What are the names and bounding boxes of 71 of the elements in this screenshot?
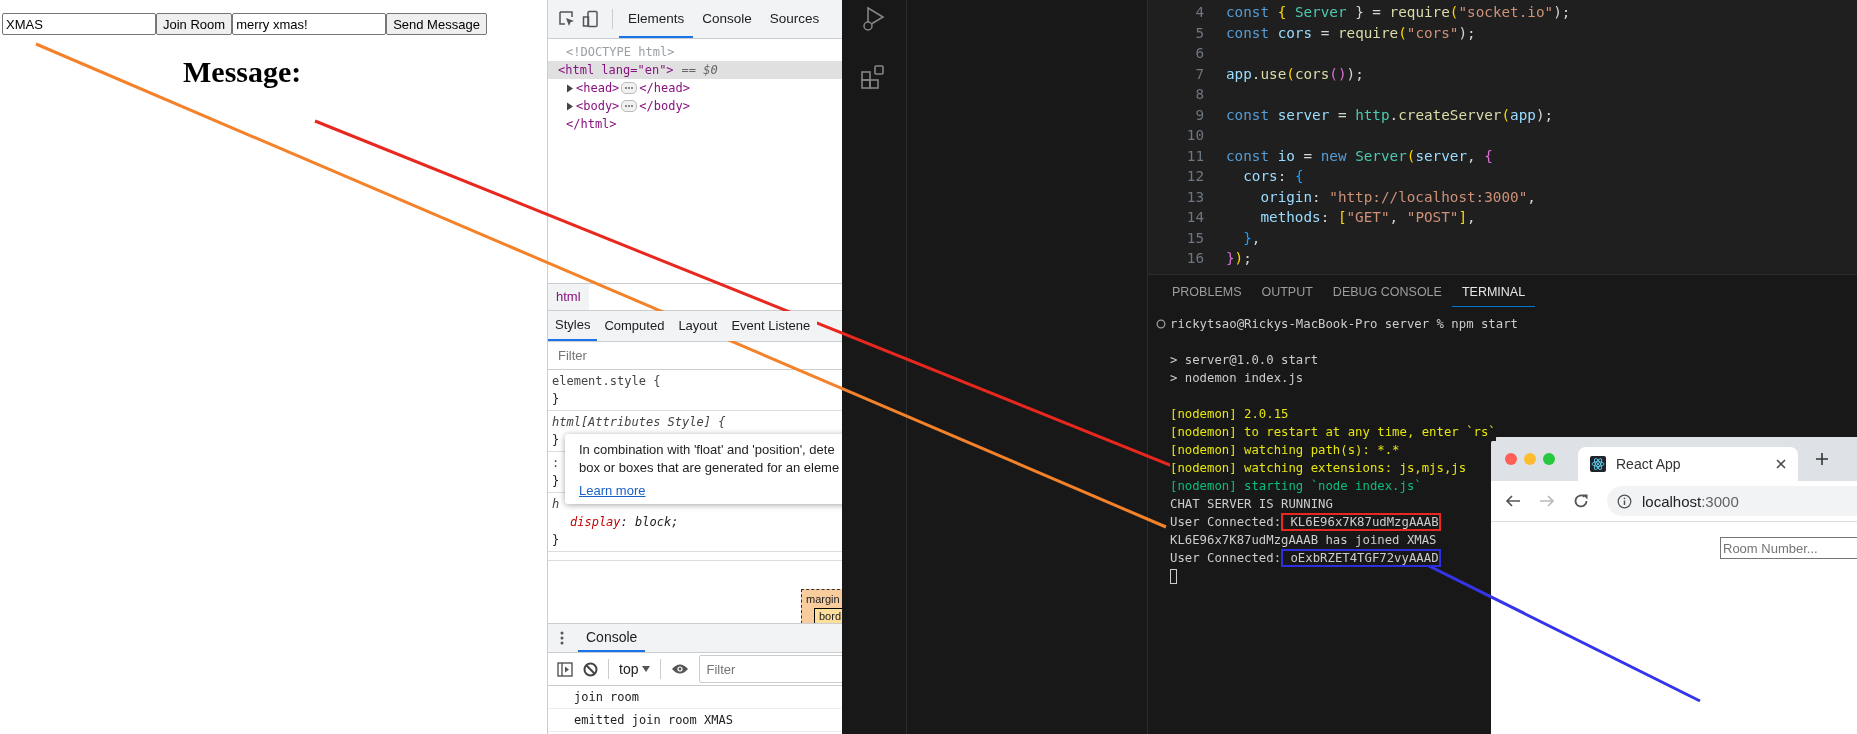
browser-tab[interactable]: React App [1578,447,1798,481]
tooltip-text: box or boxes that are generated for an eleme [579,459,841,477]
panel-tab[interactable]: OUTPUT [1251,278,1323,306]
box-model-border: bord [814,608,842,624]
dom-node[interactable]: <html lang="en"> [558,61,674,79]
line-number: 8 [1194,85,1204,104]
console-message: emitted join room XMAS [548,709,842,732]
terminal-text: CHAT SERVER IS RUNNING [1170,495,1333,513]
learn-more-link[interactable]: Learn more [579,483,646,498]
line-number: 5 [1194,23,1204,43]
line-number: 4 [1194,3,1204,22]
terminal-text: [nodemon] to restart at any time, enter `rs` [1170,423,1496,441]
terminal-text: [nodemon] starting `node index.js` [1170,477,1422,495]
css-selector: h [552,496,560,513]
code-line: cors: { [1242,167,1304,186]
styles-pane-tab[interactable]: Layout [671,311,725,341]
closing-brace: } [552,391,560,408]
code-line: const server = http.createServer(app); [1226,105,1554,125]
closing-brace: } [552,473,560,490]
css-declaration: display: block; [569,514,679,531]
context-dropdown[interactable]: top [619,661,651,677]
css-selector: element.style { [552,373,661,390]
line-number: 11 [1185,146,1204,166]
highlighted-socket-id: KL6E96x7K87udMzgAAAB [1281,513,1441,531]
line-number: 6 [1194,44,1204,63]
styles-pane-tab[interactable]: Event Listene [724,311,818,341]
code-line: origin: "http://localhost:3000", [1259,187,1536,207]
room-input-field[interactable]: XMAS [2,13,156,35]
selected-node-marker: == $0 [681,62,718,79]
address-bar[interactable]: localhost:3000 [1607,486,1857,516]
message-input-field[interactable]: merry xmas! [232,13,387,35]
console-message: join room [548,686,842,709]
devtools-tab[interactable]: Elements [619,0,694,38]
code-line: }); [1226,249,1252,268]
breadcrumb-item[interactable]: html [548,284,589,310]
code-line: const io = new Server(server, { [1226,146,1493,166]
panel-tab[interactable]: DEBUG CONSOLE [1322,278,1452,306]
line-number: 9 [1194,105,1204,125]
line-number: 12 [1185,167,1204,186]
dom-node[interactable]: <head> [576,79,620,97]
devtools-tab[interactable]: Console [693,0,761,38]
highlighted-socket-id: oExbRZET4TGF72vyAAAD [1281,549,1441,567]
dom-node[interactable]: </html> [566,115,617,133]
devtools-tab[interactable]: Sources [760,0,829,38]
line-number: 7 [1194,64,1204,84]
dom-node[interactable]: <body> [576,97,620,115]
closing-brace: } [552,532,560,549]
send-message-button[interactable]: Send Message [386,13,487,35]
css-selector: : [552,455,560,472]
dom-node[interactable]: </head> [639,79,690,97]
css-selector: html[Attributes Style] { [552,414,726,431]
panel-tab[interactable]: TERMINAL [1451,277,1536,307]
line-number: 15 [1185,228,1204,248]
code-line: }, [1242,228,1261,248]
console-filter-field[interactable]: Filter [699,655,842,683]
dom-node[interactable]: </body> [639,97,690,115]
join-room-button[interactable]: Join Room [156,13,233,35]
line-number: 16 [1185,249,1204,268]
code-line: methods: ["GET", "POST"], [1259,208,1476,227]
line-number: 14 [1185,208,1204,227]
line-number: 13 [1185,187,1204,207]
message-heading: Message: [183,55,303,89]
code-line: const { Server } = require("socket.io"); [1226,3,1571,22]
code-line: app.use(cors()); [1226,64,1364,84]
code-line: const cors = require("cors"); [1226,23,1476,43]
line-number: 10 [1185,126,1204,145]
room-number-field[interactable]: Room Number... [1720,537,1857,559]
tooltip-text: In combination with 'float' and 'position', dete [579,441,836,459]
panel-tab[interactable]: PROBLEMS [1162,278,1252,306]
margin-label: margin [806,593,840,605]
closing-brace: } [552,432,560,449]
